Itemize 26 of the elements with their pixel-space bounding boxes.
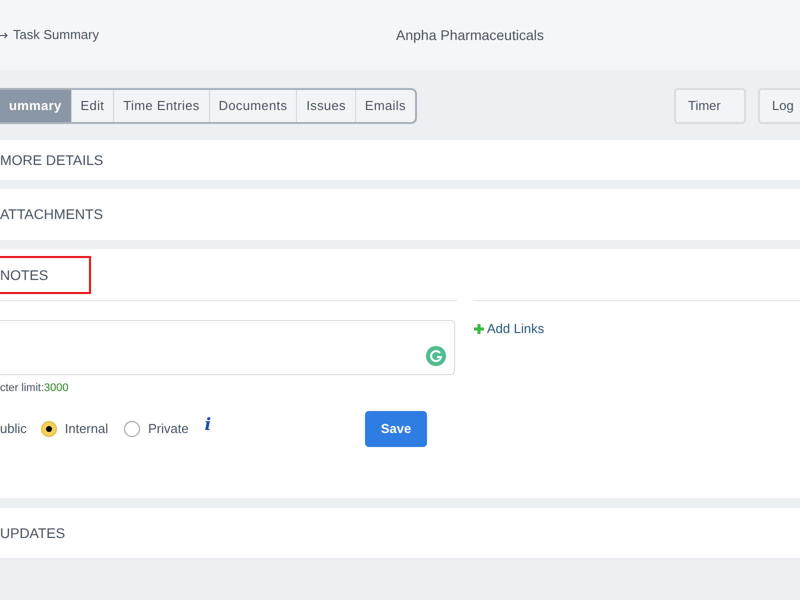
character-limit: cter limit:3000 (0, 381, 70, 396)
grammar-assistant-icon[interactable] (426, 346, 446, 366)
radio-label: ublic (0, 420, 27, 438)
info-icon[interactable]: i (204, 412, 212, 438)
page-title: Anpha Pharmaceuticals (396, 26, 544, 45)
save-button[interactable]: Save (365, 410, 427, 446)
section-title[interactable]: ATTACHMENTS (0, 204, 103, 225)
plus-icon (474, 324, 484, 334)
radio-button[interactable] (40, 420, 57, 436)
section-title[interactable]: NOTES (0, 256, 91, 294)
add-links-link[interactable]: Add Links (474, 321, 544, 337)
tab[interactable]: Documents (208, 90, 296, 122)
tab[interactable]: Emails (354, 90, 415, 122)
radio-option[interactable]: Private (124, 418, 189, 438)
section-title[interactable]: MORE DETAILS (0, 150, 104, 170)
radio-button[interactable] (124, 420, 140, 436)
section-title[interactable]: UPDATES (0, 522, 66, 544)
note-textarea[interactable] (0, 320, 455, 375)
action-button[interactable]: Timer (674, 88, 746, 124)
back-link[interactable]: Task Summary (13, 25, 99, 45)
tab[interactable]: Time Entries (113, 90, 209, 122)
tab[interactable]: Issues (296, 90, 355, 122)
radio-option[interactable]: Internal (40, 418, 108, 438)
arrow-icon (0, 32, 8, 38)
tab[interactable]: Edit (70, 90, 114, 122)
action-button[interactable]: Log (758, 88, 800, 124)
